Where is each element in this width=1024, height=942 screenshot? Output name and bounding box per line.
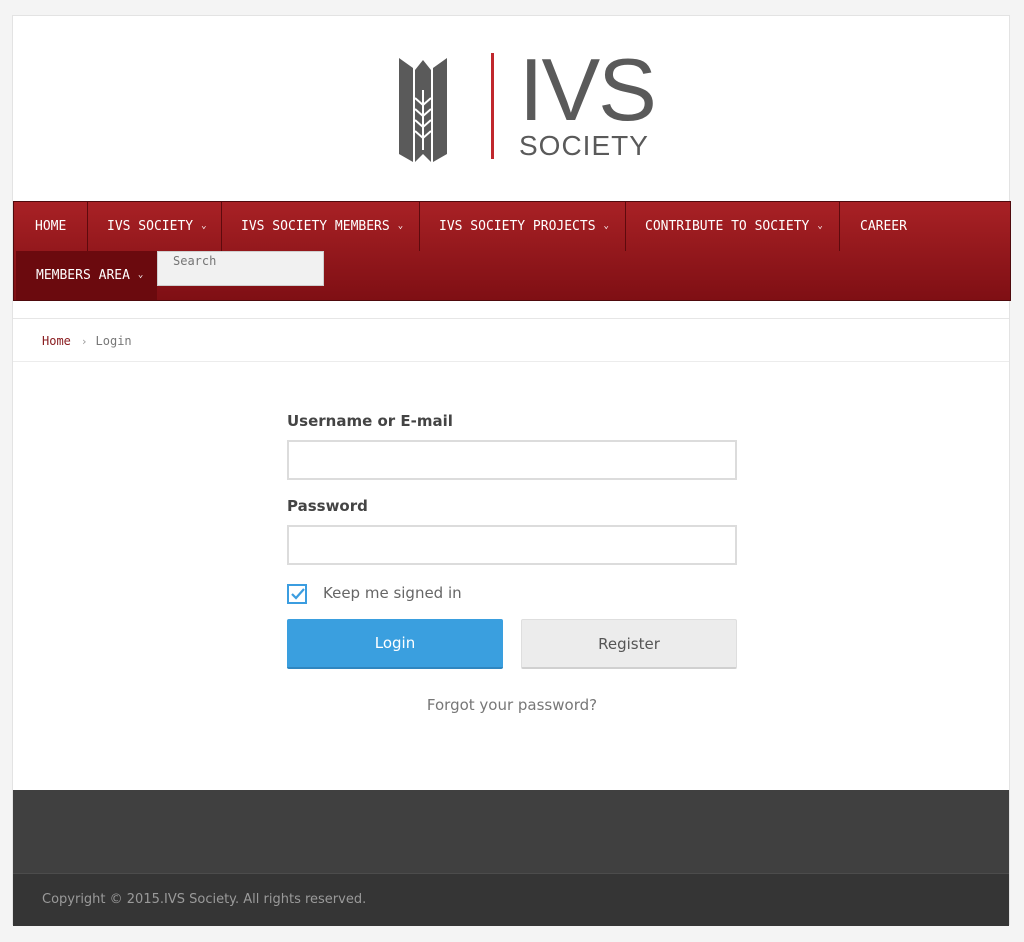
remember-me-checkbox[interactable] xyxy=(287,584,307,604)
site-header: IVS SOCIETY xyxy=(13,16,1009,201)
register-button[interactable]: Register xyxy=(521,619,737,669)
nav-item-ivs-society-members[interactable]: IVS SOCIETY MEMBERS ⌄ xyxy=(222,202,419,251)
site-logo[interactable]: IVS SOCIETY xyxy=(397,46,657,165)
nav-item-ivs-society-projects[interactable]: IVS SOCIETY PROJECTS ⌄ xyxy=(420,202,625,251)
search-input[interactable] xyxy=(173,253,308,269)
breadcrumb-current: Login xyxy=(95,334,132,348)
search-box[interactable] xyxy=(157,251,324,286)
password-input[interactable] xyxy=(289,527,735,563)
username-label: Username or E-mail xyxy=(287,412,453,430)
nav-item-ivs-society[interactable]: IVS SOCIETY ⌄ xyxy=(88,202,221,251)
nav-item-members-area[interactable]: MEMBERS AREA ⌄ xyxy=(16,251,157,300)
breadcrumb: Home › Login xyxy=(42,334,132,348)
chevron-down-icon: ⌄ xyxy=(137,270,144,280)
login-button[interactable]: Login xyxy=(287,619,503,669)
breadcrumb-bar xyxy=(13,318,1009,362)
chevron-down-icon: ⌄ xyxy=(603,221,609,231)
breadcrumb-home-link[interactable]: Home xyxy=(42,334,71,348)
chevron-down-icon: ⌄ xyxy=(817,221,823,231)
password-label: Password xyxy=(287,497,368,515)
nav-item-home[interactable]: HOME xyxy=(14,202,87,251)
page-container: IVS SOCIETY HOME IVS SOCIETY ⌄ IVS SOCIET… xyxy=(12,15,1011,926)
password-field-box xyxy=(287,525,737,565)
main-navigation: HOME IVS SOCIETY ⌄ IVS SOCIETY MEMBERS ⌄ I… xyxy=(13,201,1011,301)
check-icon xyxy=(291,588,305,600)
forgot-password-link[interactable]: Forgot your password? xyxy=(13,696,1011,714)
nav-label: CONTRIBUTE TO SOCIETY xyxy=(645,219,810,234)
nav-label: MEMBERS AREA xyxy=(36,268,130,283)
chevron-down-icon: ⌄ xyxy=(397,221,404,231)
remember-me-label: Keep me signed in xyxy=(323,584,462,602)
footer-widgets xyxy=(13,790,1009,874)
nav-label: CAREER xyxy=(860,219,907,234)
nav-label: HOME xyxy=(35,219,67,234)
logo-subtext: SOCIETY xyxy=(519,130,649,161)
breadcrumb-separator-icon: › xyxy=(80,335,88,348)
nav-label: IVS SOCIETY PROJECTS xyxy=(439,219,596,234)
chevron-down-icon: ⌄ xyxy=(201,221,207,231)
username-input[interactable] xyxy=(289,442,735,478)
nav-item-contribute-to-society[interactable]: CONTRIBUTE TO SOCIETY ⌄ xyxy=(626,202,839,251)
nav-item-career[interactable]: CAREER xyxy=(840,202,930,251)
copyright-text: Copyright © 2015.IVS Society. All rights… xyxy=(42,892,367,907)
logo-text: IVS xyxy=(519,40,657,139)
nav-label: IVS SOCIETY xyxy=(107,219,194,234)
nav-label: IVS SOCIETY MEMBERS xyxy=(241,219,390,234)
logo-emblem-icon xyxy=(399,58,447,162)
username-field-box xyxy=(287,440,737,480)
